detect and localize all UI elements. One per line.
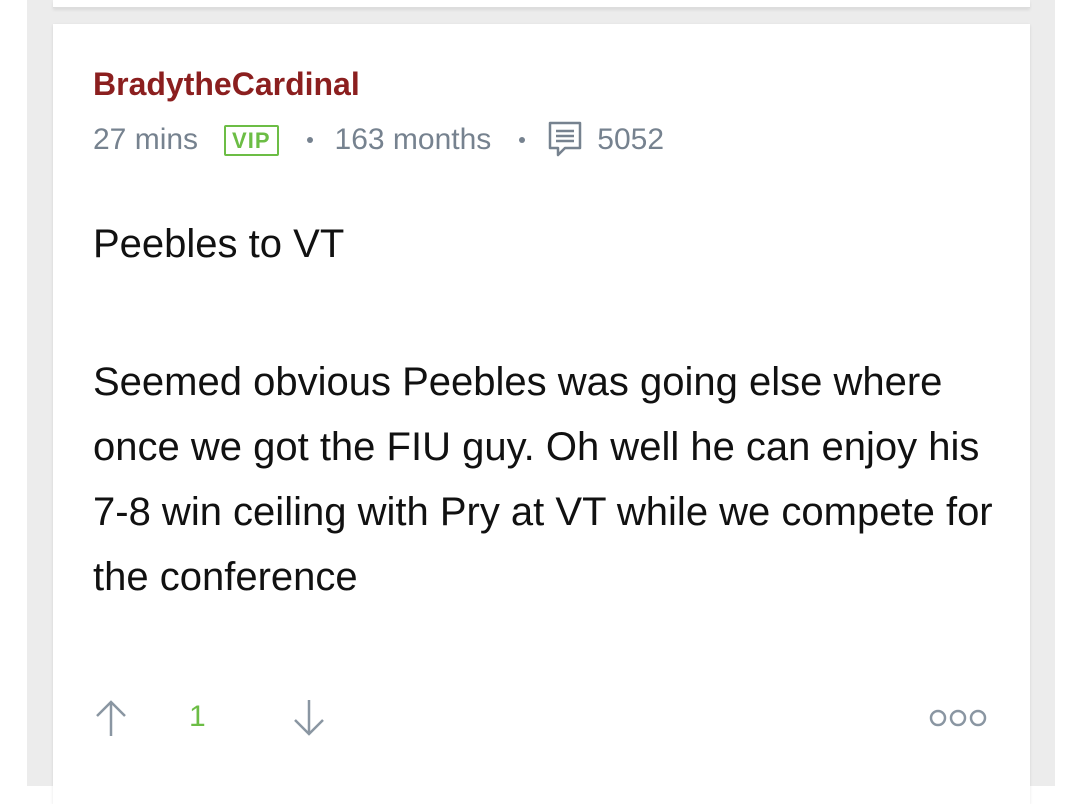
previous-post-card — [53, 0, 1030, 8]
more-options-icon — [929, 709, 987, 727]
post-title: Peebles to VT — [93, 222, 345, 266]
comment-bubble-icon — [547, 120, 583, 160]
post-body: Seemed obvious Peebles was going else wh… — [93, 360, 993, 599]
post-author-name[interactable]: BradytheCardinal — [93, 66, 360, 103]
vote-bar: 1 — [93, 696, 988, 744]
upvote-button[interactable] — [93, 696, 129, 740]
downvote-button[interactable] — [291, 696, 327, 740]
membership-duration: 163 months — [334, 123, 492, 156]
meta-separator-dot — [519, 137, 526, 143]
more-options-button[interactable] — [928, 706, 988, 730]
post-card: BradytheCardinal 27 mins VIP 163 months … — [53, 24, 1030, 804]
vote-score: 1 — [189, 700, 206, 733]
post-time-ago: 27 mins — [93, 123, 199, 156]
arrow-up-icon — [96, 700, 126, 736]
arrow-down-icon — [294, 700, 324, 736]
post-meta: 27 mins VIP 163 months 5052 — [93, 120, 664, 160]
author-post-count: 5052 — [597, 123, 665, 156]
meta-separator-dot — [306, 137, 313, 143]
vip-badge: VIP — [224, 124, 279, 156]
